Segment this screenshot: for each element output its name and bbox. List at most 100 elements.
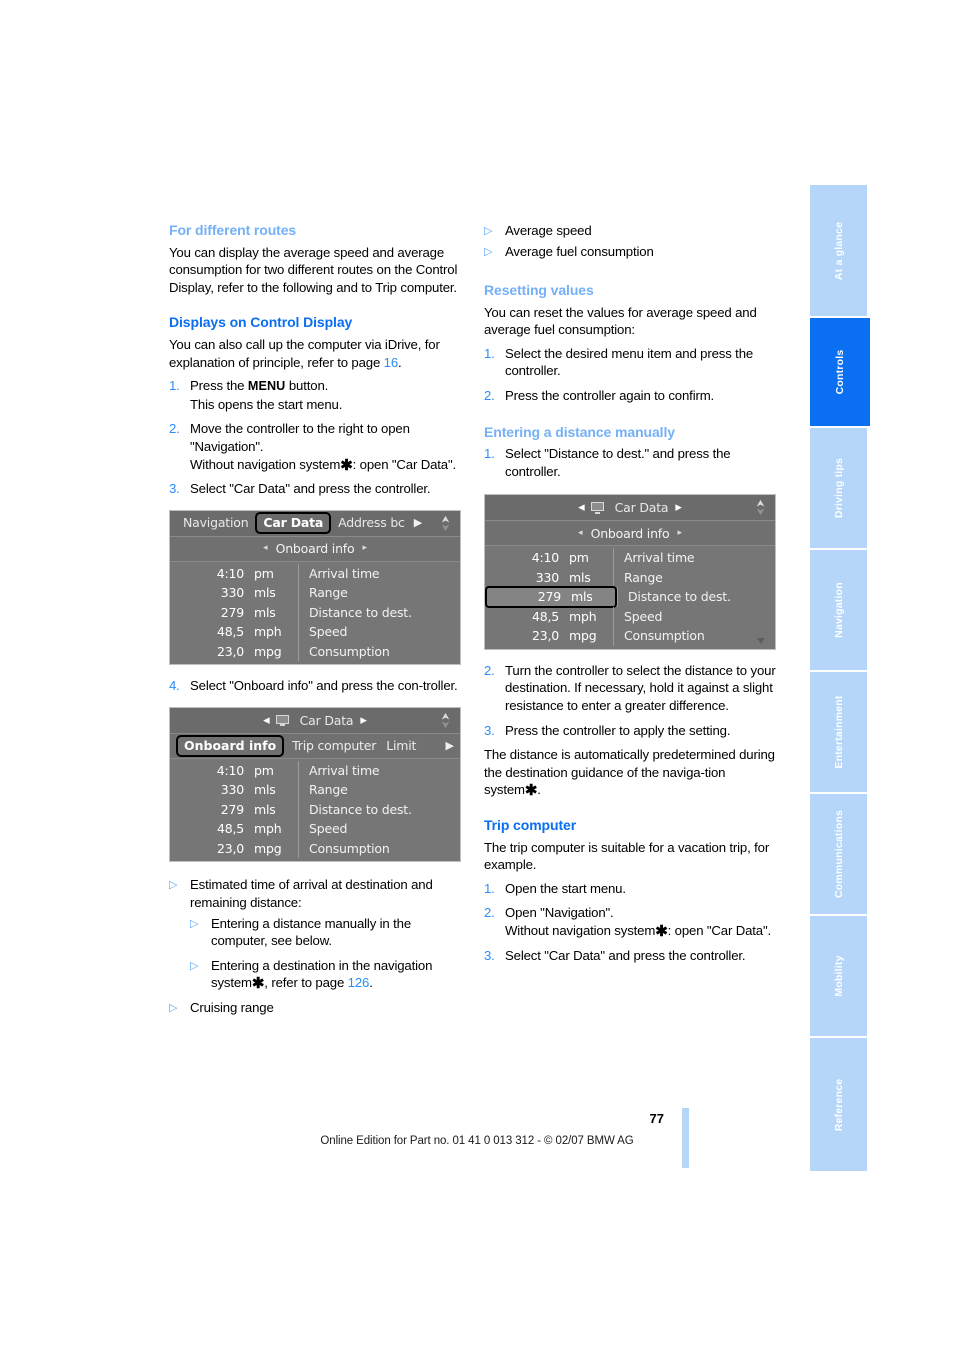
idrive-row-value: 23,0: [531, 628, 559, 644]
idrive-row[interactable]: 4:10 pm Arrival time: [485, 548, 775, 568]
idrive-submenu-trip-computer[interactable]: Trip computer: [292, 737, 376, 755]
idrive-row[interactable]: 4:10 pm Arrival time: [170, 760, 460, 781]
idrive-subheader-label[interactable]: Onboard info: [591, 525, 670, 543]
list-text: Entering a distance manually in the comp…: [211, 915, 412, 949]
idrive-row[interactable]: 23,0 mpg Consumption: [170, 838, 460, 859]
bulleted-list-arrival: ▷ Estimated time of arrival at destinati…: [169, 876, 461, 1017]
idrive-topbar-label[interactable]: Car Data: [608, 499, 676, 517]
idrive-row-label: Range: [613, 567, 775, 588]
idrive-row[interactable]: 48,5 mph Speed: [170, 622, 460, 642]
ordered-list-trip-computer: 1. Open the start menu. 2. Open "Navigat…: [484, 880, 776, 964]
sidebar-item-controls[interactable]: Controls: [810, 318, 870, 426]
idrive-tab-address-book[interactable]: Address bc: [331, 514, 412, 532]
list-text: Move the controller to the right to open…: [190, 420, 461, 473]
idrive-row-label: Consumption: [613, 626, 775, 646]
idrive-topbar: ◂ Car Data ▸: [170, 707, 460, 734]
bullet-nav-mid: , refer to page: [264, 975, 348, 991]
idrive-row[interactable]: 330 mls Range: [170, 780, 460, 800]
idrive-topbar-label[interactable]: Car Data: [293, 712, 361, 730]
sidebar-item-driving-tips[interactable]: Driving tips: [810, 428, 867, 548]
sidebar-item-navigation[interactable]: Navigation: [810, 550, 867, 670]
list-item: 3. Press the controller to apply the set…: [484, 722, 776, 740]
chevron-right-icon[interactable]: ▸: [360, 712, 367, 730]
asterisk-optional-equipment: ✱: [524, 782, 538, 800]
idrive-row-value: 48,5: [216, 821, 244, 837]
chevron-left-icon[interactable]: ◂: [263, 712, 270, 730]
step1-post: button.: [285, 378, 329, 394]
idrive-row[interactable]: 48,5 mph Speed: [170, 819, 460, 839]
idrive-row-label: Speed: [298, 622, 460, 642]
idrive-subheader-label[interactable]: Onboard info: [276, 540, 355, 558]
list-item: 3. Select "Car Data" and press the contr…: [169, 480, 461, 498]
step1-line2: This opens the start menu.: [190, 396, 343, 412]
idrive-tab-car-data[interactable]: Car Data: [255, 512, 332, 535]
chevron-left-icon[interactable]: ◂: [578, 499, 585, 517]
list-item: ▷ Entering a destination in the navigati…: [190, 957, 461, 992]
page-number: 77: [649, 1111, 664, 1126]
idrive-row-value: 48,5: [216, 624, 244, 640]
idrive-row[interactable]: 23,0 mpg Consumption: [485, 626, 775, 646]
idrive-row-label: Consumption: [298, 641, 460, 662]
list-item: ▷ Entering a distance manually in the co…: [190, 915, 461, 950]
idrive-row-label: Arrival time: [613, 548, 775, 568]
idrive-row-value: 4:10: [216, 762, 244, 778]
idrive-submenu-onboard-info[interactable]: Onboard info: [176, 735, 285, 757]
idrive-row-unit: mpg: [254, 643, 282, 659]
heading-displays-on-control-display: Displays on Control Display: [169, 314, 353, 331]
sidebar-item-reference[interactable]: Reference: [810, 1038, 867, 1171]
idrive-row[interactable]: 4:10 pm Arrival time: [170, 563, 460, 584]
list-text: Average speed: [505, 223, 592, 238]
list-text: Press the MENU button. This opens the sta…: [190, 377, 461, 413]
compass-icon: [441, 515, 450, 531]
chevron-right-icon[interactable]: ▶: [414, 514, 422, 532]
idrive-row-unit: mls: [254, 782, 276, 798]
list-item: ▷ Average speed: [484, 222, 776, 240]
sidebar-item-at-a-glance[interactable]: At a glance: [810, 185, 867, 316]
list-text: Cruising range: [190, 999, 274, 1015]
idrive-row-unit: pm: [254, 762, 274, 778]
idrive-row[interactable]: 279 mls Distance to dest.: [170, 799, 460, 820]
chevron-left-icon[interactable]: ◂: [578, 525, 583, 543]
page-reference-16[interactable]: 16: [384, 355, 399, 370]
idrive-tab-navigation[interactable]: Navigation: [176, 514, 255, 532]
idrive-subheader: ◂ Onboard info ▸: [485, 521, 775, 547]
idrive-row[interactable]: 330 mls Range: [485, 567, 775, 588]
chevron-left-icon[interactable]: ◂: [263, 540, 268, 558]
step2-line2-pre: Without navigation system: [190, 456, 341, 472]
list-text: Average fuel consumption: [505, 244, 654, 259]
idrive-row-value: 48,5: [531, 608, 559, 624]
page-reference-126[interactable]: 126: [348, 975, 370, 990]
manual-page: For different routes You can display the…: [0, 0, 954, 1351]
footer-text: Online Edition for Part no. 01 41 0 013 …: [320, 1135, 634, 1147]
scroll-down-caret-icon[interactable]: [757, 637, 765, 644]
idrive-subheader: ◂ Onboard info ▸: [170, 536, 460, 562]
idrive-row[interactable]: 48,5 mph Speed: [485, 606, 775, 627]
list-item: 1. Select the desired menu item and pres…: [484, 345, 776, 380]
idrive-row-selected[interactable]: 279 mls Distance to dest.: [485, 586, 775, 608]
list-text: Select the desired menu item and press t…: [505, 345, 754, 379]
list-number: 3.: [484, 722, 495, 738]
ordered-list-entering-distance: 1. Select "Distance to dest." and press …: [484, 445, 776, 480]
chevron-right-icon[interactable]: ▶: [446, 737, 454, 755]
sidebar-item-entertainment[interactable]: Entertainment: [810, 672, 867, 792]
list-number: 2.: [169, 421, 180, 437]
chevron-right-icon[interactable]: ▸: [675, 499, 682, 517]
idrive-submenu-limit[interactable]: Limit: [386, 737, 416, 755]
idrive-row[interactable]: 23,0 mpg Consumption: [170, 641, 460, 662]
list-text: Select "Onboard info" and press the con-…: [190, 678, 458, 694]
idrive-row-unit: mpg: [254, 840, 282, 856]
list-number: 2.: [484, 662, 495, 678]
chevron-right-icon[interactable]: ▸: [677, 525, 682, 543]
idrive-row[interactable]: 279 mls Distance to dest.: [170, 602, 460, 623]
idrive-row-value: 330: [220, 585, 244, 601]
menu-button-key: MENU: [247, 379, 286, 394]
idrive-row-label: Distance to dest.: [617, 587, 775, 607]
idrive-screenshot-distance-select: ◂ Car Data ▸ ◂ Onboard info ▸ 4:10 pm Ar…: [484, 494, 776, 650]
sidebar-item-label: Communications: [832, 810, 845, 898]
idrive-row-label: Arrival time: [298, 760, 460, 781]
sidebar-item-communications[interactable]: Communications: [810, 794, 867, 914]
chevron-right-icon[interactable]: ▸: [362, 540, 367, 558]
sidebar-item-mobility[interactable]: Mobility: [810, 916, 867, 1036]
idrive-row[interactable]: 330 mls Range: [170, 583, 460, 603]
bulleted-list-averages: ▷ Average speed ▷ Average fuel consumpti…: [484, 222, 776, 261]
